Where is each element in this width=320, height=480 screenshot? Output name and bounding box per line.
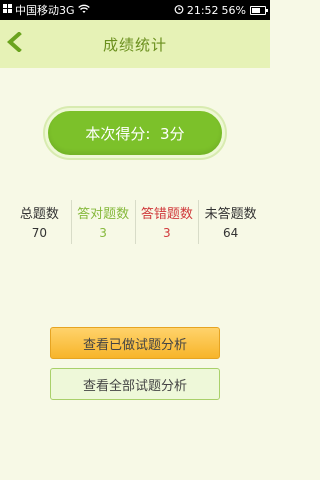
view-all-analysis-button[interactable]: 查看全部试题分析 bbox=[50, 368, 220, 400]
stat-wrong-value: 3 bbox=[163, 226, 171, 240]
view-done-analysis-button[interactable]: 查看已做试题分析 bbox=[50, 327, 220, 359]
stat-correct: 答对题数 3 bbox=[70, 200, 135, 244]
stat-wrong: 答错题数 3 bbox=[134, 200, 199, 244]
stat-wrong-label: 答错题数 bbox=[140, 207, 193, 222]
battery-text: 56% bbox=[221, 3, 246, 17]
stat-correct-value: 3 bbox=[99, 226, 107, 240]
header-bar: 成绩统计 bbox=[0, 20, 270, 68]
stat-unanswered-value: 64 bbox=[222, 226, 239, 240]
stat-unanswered: 未答题数 64 bbox=[198, 200, 262, 244]
status-bar: 中国移动3G 21:52 56% bbox=[0, 0, 270, 20]
stats-row: 总题数 70 答对题数 3 答错题数 3 未答题数 64 bbox=[8, 200, 262, 244]
stat-total-label: 总题数 bbox=[19, 207, 59, 222]
stat-unanswered-label: 未答题数 bbox=[204, 207, 257, 222]
status-right: 21:52 56% bbox=[174, 3, 268, 17]
menu-grid-icon bbox=[3, 4, 12, 16]
alarm-icon bbox=[174, 4, 184, 17]
page-title: 成绩统计 bbox=[102, 35, 167, 54]
back-button[interactable] bbox=[2, 30, 28, 58]
stat-total: 总题数 70 bbox=[8, 200, 71, 244]
carrier-text: 中国移动3G bbox=[15, 4, 75, 17]
score-text: 本次得分: 3分 bbox=[85, 124, 185, 143]
status-left: 中国移动3G bbox=[3, 2, 90, 18]
chevron-left-icon bbox=[5, 31, 25, 56]
battery-level bbox=[252, 7, 260, 13]
stat-total-value: 70 bbox=[31, 226, 48, 240]
status-time: 21:52 bbox=[186, 3, 219, 17]
battery-icon bbox=[250, 5, 268, 15]
stat-correct-label: 答对题数 bbox=[77, 207, 130, 222]
score-display: 本次得分: 3分 bbox=[45, 108, 225, 158]
wifi-icon bbox=[77, 4, 90, 17]
